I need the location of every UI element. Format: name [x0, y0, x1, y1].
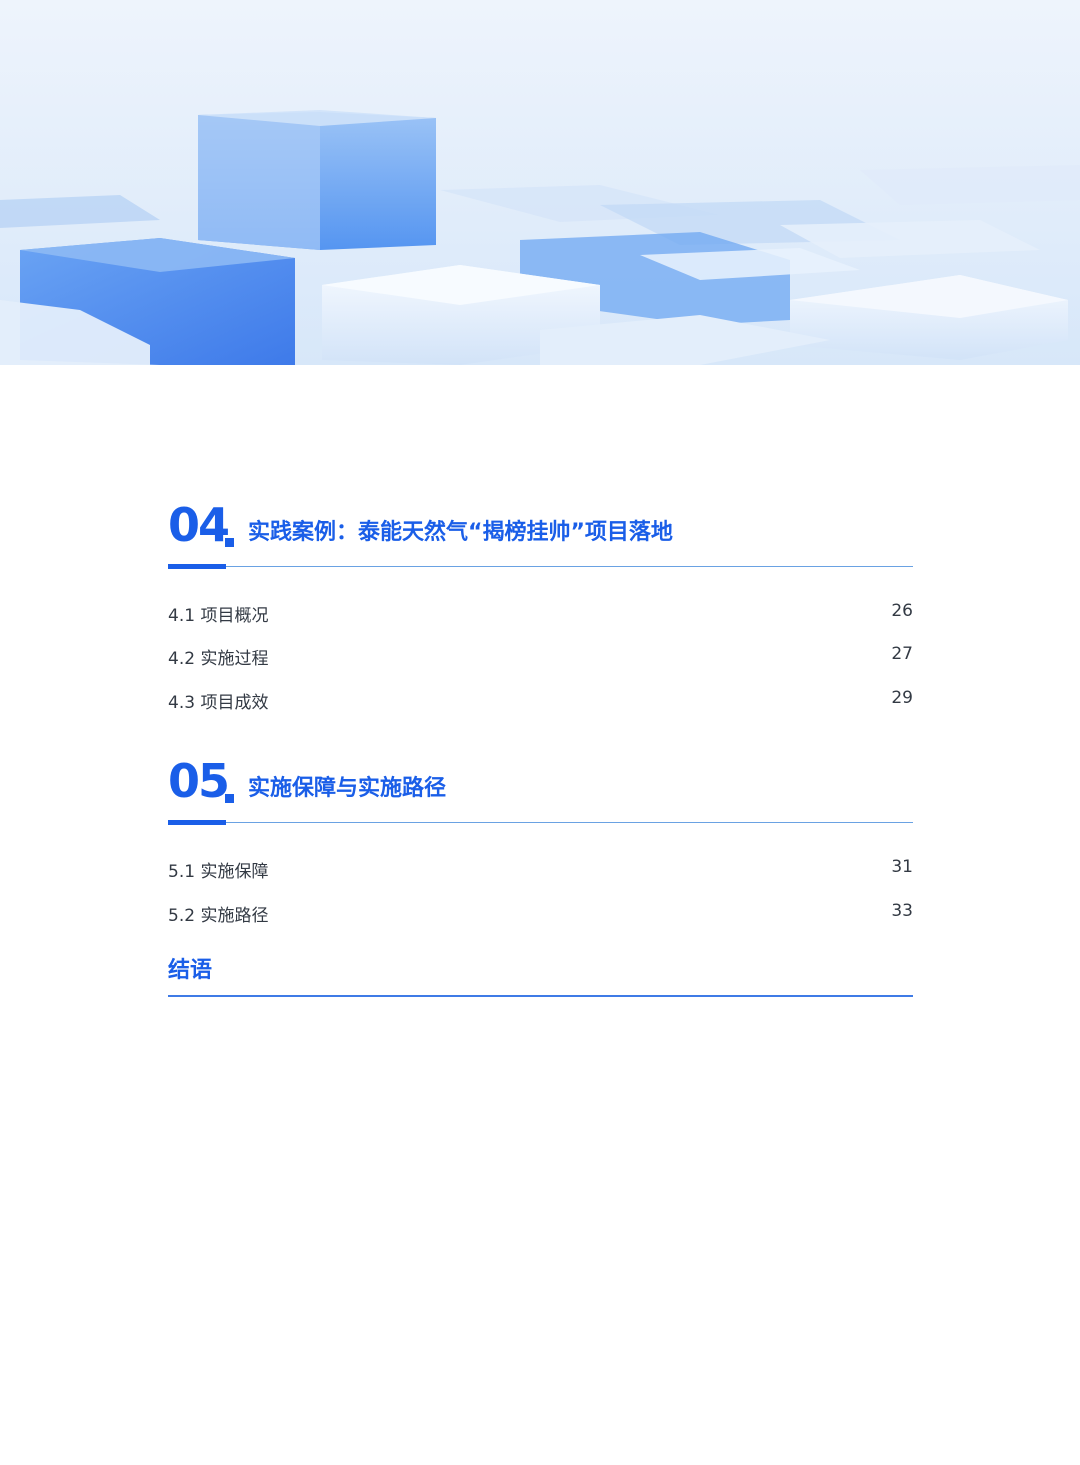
- closing-divider: [168, 995, 913, 997]
- section-title: 实施保障与实施路径: [248, 776, 447, 801]
- toc-entry-label: 4.2 实施过程: [168, 649, 269, 669]
- section-number-dot: [225, 538, 234, 547]
- section-divider: [168, 822, 913, 823]
- toc-entry-page: 31: [891, 857, 913, 877]
- toc-section-04[interactable]: 04 实践案例：泰能天然气“揭榜挂帅”项目落地: [168, 502, 913, 582]
- section-number: 04: [168, 498, 230, 552]
- toc-entry-page: 26: [891, 601, 913, 621]
- section-title: 实践案例：泰能天然气“揭榜挂帅”项目落地: [248, 520, 673, 545]
- toc-entry-label: 5.2 实施路径: [168, 906, 269, 926]
- toc-entry-label: 5.1 实施保障: [168, 862, 269, 882]
- glass-cubes-illustration: [0, 0, 1080, 365]
- toc-entry-page: 33: [891, 901, 913, 921]
- toc-entry-4-3[interactable]: 4.3 项目成效 29: [168, 688, 913, 714]
- closing-title: 结语: [168, 958, 213, 983]
- toc-section-05[interactable]: 05 实施保障与实施路径: [168, 758, 913, 838]
- toc-entry-4-1[interactable]: 4.1 项目概况 26: [168, 601, 913, 627]
- header-banner-image: [0, 0, 1080, 365]
- toc-entry-page: 27: [891, 644, 913, 664]
- toc-entry-4-2[interactable]: 4.2 实施过程 27: [168, 644, 913, 670]
- section-number: 05: [168, 754, 230, 808]
- toc-entry-label: 4.1 项目概况: [168, 606, 269, 626]
- toc-entry-5-2[interactable]: 5.2 实施路径 33: [168, 901, 913, 927]
- toc-entry-label: 4.3 项目成效: [168, 693, 269, 713]
- toc-entry-page: 29: [891, 688, 913, 708]
- section-accent-bar: [168, 820, 226, 825]
- toc-section-closing[interactable]: 结语: [168, 952, 913, 1000]
- toc-entry-5-1[interactable]: 5.1 实施保障 31: [168, 857, 913, 883]
- section-accent-bar: [168, 564, 226, 569]
- section-number-dot: [225, 794, 234, 803]
- section-divider: [168, 566, 913, 567]
